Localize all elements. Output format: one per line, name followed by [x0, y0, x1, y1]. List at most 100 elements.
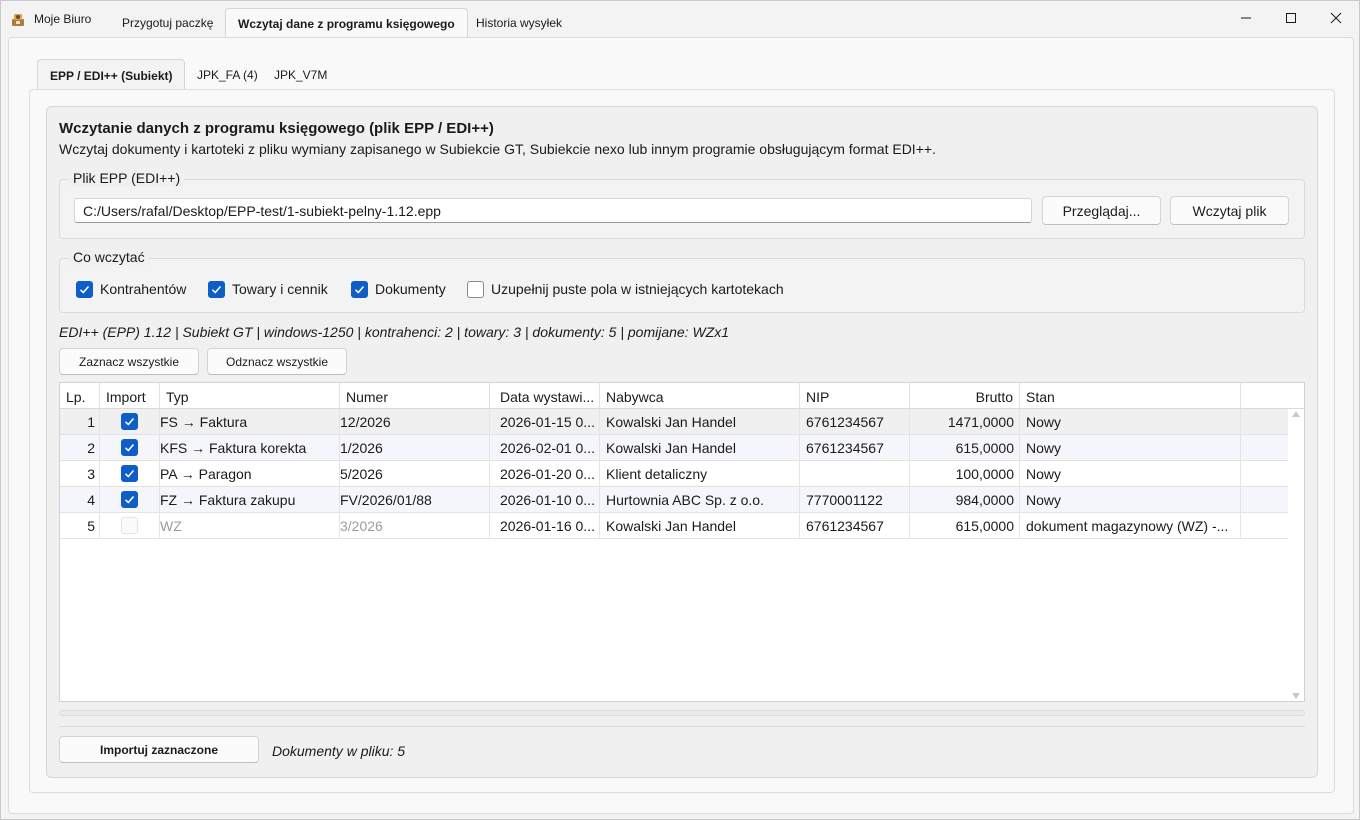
table-row[interactable]: 3 PA → Paragon 5/2026 2026-01-20 0... Kl… — [60, 461, 1288, 487]
load-file-button[interactable]: Wczytaj plik — [1170, 196, 1289, 225]
cell-brutto: 615,0000 — [910, 513, 1020, 539]
close-button[interactable] — [1313, 1, 1359, 35]
options-fieldset-legend: Co wczytać — [69, 249, 149, 265]
cell-typ: KFS → Faktura korekta — [160, 435, 340, 461]
cell-data: 2026-01-20 0... — [490, 461, 600, 487]
checkbox-checked-icon[interactable] — [208, 280, 225, 298]
file-fieldset: Plik EPP (EDI++) Przeglądaj... Wczytaj p… — [59, 170, 1305, 239]
close-icon — [1330, 12, 1342, 24]
column-header-lp[interactable]: Lp. — [60, 383, 100, 409]
minimize-icon — [1241, 17, 1251, 19]
cell-brutto: 1471,0000 — [910, 409, 1020, 435]
page-title: Wczytanie danych z programu księgowego (… — [59, 120, 494, 137]
checkbox-checked-icon[interactable] — [351, 280, 368, 298]
cell-nip: 7770001122 — [800, 487, 910, 513]
cell-nabywca: Kowalski Jan Handel — [600, 435, 800, 461]
cell-numer: 3/2026 — [340, 513, 490, 539]
checkbox-checked-icon[interactable] — [121, 413, 138, 430]
column-header-import[interactable]: Import — [100, 383, 160, 409]
option-label: Towary i cennik — [232, 281, 328, 297]
column-header-nabywca[interactable]: Nabywca — [600, 383, 800, 409]
option-towary[interactable]: Towary i cennik — [208, 280, 328, 298]
table-row[interactable]: 2 KFS → Faktura korekta 1/2026 2026-02-0… — [60, 435, 1288, 461]
column-header-nip[interactable]: NIP — [800, 383, 910, 409]
file-info-line: EDI++ (EPP) 1.12 | Subiekt GT | windows-… — [59, 324, 730, 340]
cell-typ: PA → Paragon — [160, 461, 340, 487]
import-selected-button[interactable]: Importuj zaznaczone — [59, 736, 259, 763]
subtab-jpk-fa[interactable]: JPK_FA (4) — [185, 59, 270, 89]
column-header-data[interactable]: Data wystawi... — [490, 383, 600, 409]
cell-stan: Nowy — [1020, 461, 1241, 487]
page-description: Wczytaj dokumenty i kartoteki z pliku wy… — [59, 141, 936, 157]
cell-data: 2026-01-16 0... — [490, 513, 600, 539]
checkbox-disabled-icon — [121, 517, 138, 534]
cell-numer: 5/2026 — [340, 461, 490, 487]
tab-przygotuj-paczke[interactable]: Przygotuj paczkę — [110, 8, 225, 38]
maximize-button[interactable] — [1268, 1, 1314, 35]
cell-import[interactable] — [100, 487, 160, 513]
select-all-button[interactable]: Zaznacz wszystkie — [59, 348, 199, 375]
cell-numer: FV/2026/01/88 — [340, 487, 490, 513]
cell-brutto: 615,0000 — [910, 435, 1020, 461]
cell-nabywca: Kowalski Jan Handel — [600, 409, 800, 435]
option-kontrahentow[interactable]: Kontrahentów — [76, 280, 186, 298]
options-fieldset: Co wczytać Kontrahentów Towary i cennik … — [59, 249, 1305, 313]
cell-data: 2026-01-15 0... — [490, 409, 600, 435]
checkbox-checked-icon[interactable] — [121, 439, 138, 456]
app-title: Moje Biuro — [34, 12, 92, 26]
checkbox-checked-icon[interactable] — [121, 465, 138, 482]
maximize-icon — [1286, 13, 1296, 23]
scroll-down-icon[interactable] — [1292, 693, 1300, 699]
main-page: EPP / EDI++ (Subiekt) JPK_FA (4) JPK_V7M… — [8, 37, 1354, 814]
cell-import[interactable] — [100, 461, 160, 487]
horizontal-scrollbar[interactable] — [59, 710, 1305, 716]
epp-import-group: Wczytanie danych z programu księgowego (… — [46, 106, 1318, 778]
cell-lp: 3 — [60, 461, 100, 487]
cell-stan: Nowy — [1020, 487, 1241, 513]
checkbox-unchecked-icon[interactable] — [467, 280, 484, 298]
option-label: Dokumenty — [375, 281, 446, 297]
table-row[interactable]: 5 WZ 3/2026 2026-01-16 0... Kowalski Jan… — [60, 513, 1288, 539]
checkbox-checked-icon[interactable] — [76, 280, 93, 298]
cell-typ: WZ — [160, 513, 340, 539]
cell-nabywca: Kowalski Jan Handel — [600, 513, 800, 539]
documents-count-status: Dokumenty w pliku: 5 — [272, 743, 406, 759]
table-header: Lp. Import Typ Numer Data wystawi... Nab… — [60, 383, 1304, 409]
scroll-up-icon[interactable] — [1292, 411, 1300, 417]
tab-historia-wysylek[interactable]: Historia wysyłek — [464, 8, 574, 38]
cell-lp: 2 — [60, 435, 100, 461]
cell-typ: FS → Faktura — [160, 409, 340, 435]
tab-wczytaj-dane[interactable]: Wczytaj dane z programu księgowego — [225, 8, 468, 38]
cell-lp: 5 — [60, 513, 100, 539]
column-header-numer[interactable]: Numer — [340, 383, 490, 409]
subtab-epp[interactable]: EPP / EDI++ (Subiekt) — [37, 59, 186, 89]
footer-divider — [59, 726, 1305, 727]
table-row[interactable]: 1 FS → Faktura 12/2026 2026-01-15 0... K… — [60, 409, 1288, 435]
title-bar: Moje Biuro Przygotuj paczkę Wczytaj dane… — [1, 1, 1359, 38]
vertical-scrollbar[interactable] — [1288, 409, 1304, 701]
cell-lp: 4 — [60, 487, 100, 513]
subtab-jpk-v7m[interactable]: JPK_V7M — [262, 59, 339, 89]
cell-data: 2026-02-01 0... — [490, 435, 600, 461]
column-header-brutto[interactable]: Brutto — [910, 383, 1020, 409]
cell-stan: Nowy — [1020, 435, 1241, 461]
column-header-typ[interactable]: Typ — [160, 383, 340, 409]
cell-nip — [800, 461, 910, 487]
option-dokumenty[interactable]: Dokumenty — [351, 280, 446, 298]
cell-import[interactable] — [100, 435, 160, 461]
option-label: Uzupełnij puste pola w istniejących kart… — [491, 281, 784, 297]
documents-table[interactable]: Lp. Import Typ Numer Data wystawi... Nab… — [59, 382, 1305, 702]
table-row[interactable]: 4 FZ → Faktura zakupu FV/2026/01/88 2026… — [60, 487, 1288, 513]
epp-path-input[interactable] — [74, 198, 1032, 223]
cell-nip: 6761234567 — [800, 513, 910, 539]
option-uzupelnij[interactable]: Uzupełnij puste pola w istniejących kart… — [467, 280, 784, 298]
minimize-button[interactable] — [1223, 1, 1269, 35]
checkbox-checked-icon[interactable] — [121, 491, 138, 508]
browse-button[interactable]: Przeglądaj... — [1042, 196, 1161, 225]
column-header-stan[interactable]: Stan — [1020, 383, 1241, 409]
cell-brutto: 100,0000 — [910, 461, 1020, 487]
cell-import[interactable] — [100, 409, 160, 435]
cell-nabywca: Hurtownia ABC Sp. z o.o. — [600, 487, 800, 513]
cell-nip: 6761234567 — [800, 409, 910, 435]
deselect-all-button[interactable]: Odznacz wszystkie — [207, 348, 347, 375]
